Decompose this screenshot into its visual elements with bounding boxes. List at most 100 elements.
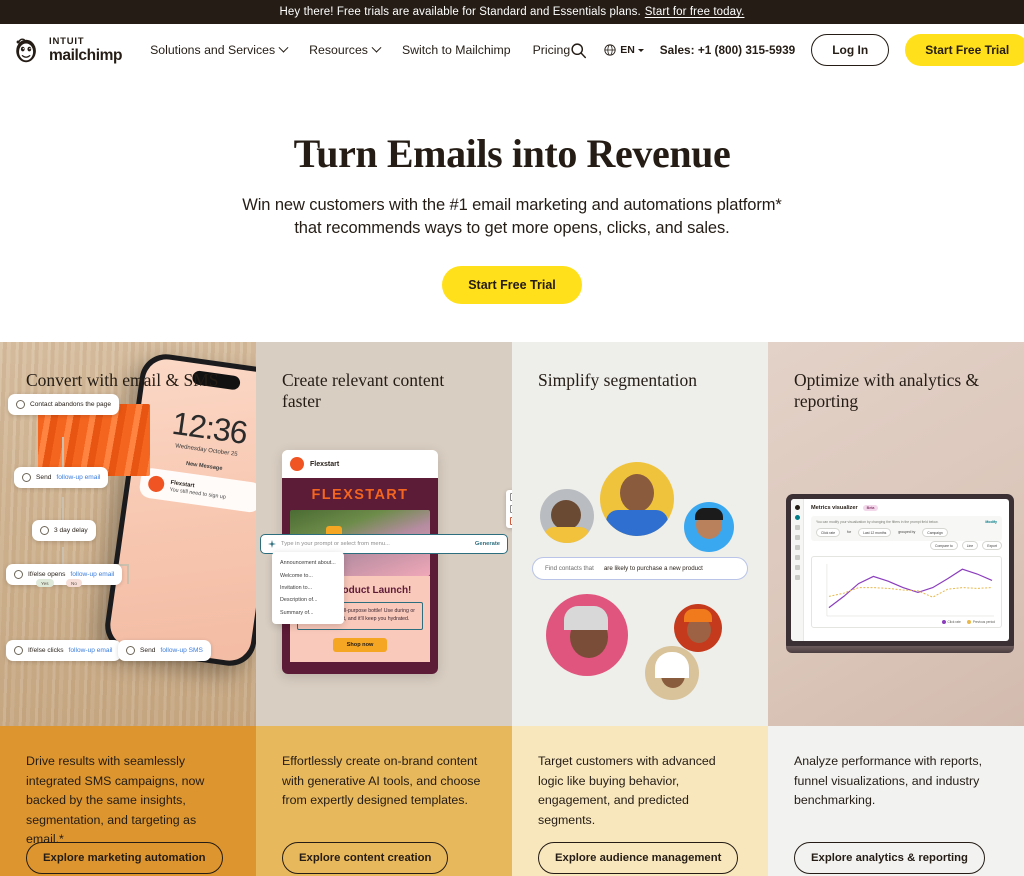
flow-node-highlight: follow-up email [68, 647, 113, 654]
avatar-woman-headscarf [645, 646, 699, 700]
card-description: Target customers with advanced logic lik… [538, 754, 716, 827]
filter-chip-range[interactable]: Last 12 months [858, 528, 892, 538]
flow-connector [127, 564, 129, 584]
compare-to-control[interactable]: Compare to [930, 541, 958, 551]
branch-icon [14, 570, 23, 579]
sales-phone[interactable]: Sales: +1 (800) 315-5939 [660, 43, 795, 57]
hero-subtitle: Win new customers with the #1 email mark… [0, 194, 1024, 241]
nav-item-switch[interactable]: Switch to Mailchimp [402, 43, 511, 57]
modify-link[interactable]: Modify [985, 520, 997, 524]
filter-chip-groupby[interactable]: Campaign [922, 528, 948, 538]
sidebar-item[interactable] [794, 525, 800, 530]
announcement-bar: Hey there! Free trials are available for… [0, 0, 1024, 24]
announcement-text: Hey there! Free trials are available for… [279, 6, 641, 18]
sidebar-item[interactable] [794, 545, 800, 550]
logo-intuit-text: INTUIT [49, 36, 85, 47]
branch-chip-yes: Yes [36, 579, 54, 587]
nav-label: Pricing [532, 43, 571, 57]
nav-item-resources[interactable]: Resources [309, 42, 382, 57]
laptop-mockup: Metrics visualizer Beta You can modify y… [786, 494, 1014, 653]
beta-badge: Beta [862, 505, 879, 511]
generate-button[interactable]: Generate [475, 541, 500, 547]
explore-analytics-reporting-button[interactable]: Explore analytics & reporting [794, 842, 985, 874]
avatar-man-blue [600, 462, 674, 536]
explore-marketing-automation-button[interactable]: Explore marketing automation [26, 842, 223, 874]
nav-item-pricing[interactable]: Pricing [533, 43, 571, 57]
card-art-area: Optimize with analytics & reporting Metr… [768, 342, 1024, 726]
flow-node-label: Send [140, 647, 156, 654]
flow-node-label: If/else clicks [28, 647, 64, 654]
shop-now-button[interactable]: Shop now [332, 637, 388, 652]
search-icon[interactable] [570, 42, 587, 59]
chevron-down-icon [371, 42, 382, 53]
card-footer: Analyze performance with reports, funnel… [768, 726, 1024, 876]
sidebar-item-active[interactable] [794, 515, 800, 520]
chart-controls: Compare to Line Export [811, 541, 1002, 551]
dashboard-note-text: You can modify your visualization by cha… [816, 520, 939, 524]
hero-start-free-trial-button[interactable]: Start Free Trial [442, 265, 582, 304]
menu-item-welcome[interactable]: Welcome to... [272, 569, 344, 581]
flow-node-trigger[interactable]: Contact abandons the page [8, 394, 120, 415]
feature-cards: Convert with email & SMS 12:36 Wednesday… [0, 342, 1024, 876]
search-prefix-label: Find contacts that [545, 565, 594, 572]
sidebar-item[interactable] [794, 575, 800, 580]
chart-svg [826, 564, 995, 617]
sidebar-item[interactable] [794, 555, 800, 560]
nav-label: Switch to Mailchimp [401, 43, 511, 57]
header-actions: EN Sales: +1 (800) 315-5939 Log In Start… [570, 34, 1024, 66]
nav-label: Solutions and Services [150, 43, 276, 57]
avatar-older-woman [546, 594, 628, 676]
flow-node-ifelse-clicks[interactable]: If/else clicks follow-up email [6, 640, 121, 661]
flow-node-ifelse-opens[interactable]: If/else opens follow-up email [6, 564, 123, 585]
branch-icon [14, 646, 23, 655]
chart-legend: Click rate Previous period [941, 620, 995, 625]
ai-prompt-input[interactable]: Type in your prompt or select from menu.… [281, 541, 470, 547]
flow-node-highlight: follow-up SMS [160, 647, 203, 654]
card-art-area: Convert with email & SMS 12:36 Wednesday… [0, 342, 256, 726]
chevron-down-icon [278, 42, 289, 53]
filter-label-for: for [847, 529, 852, 534]
flow-node-send-email[interactable]: Send follow-up email [14, 467, 109, 488]
segment-search-input[interactable]: Find contacts that are likely to purchas… [532, 557, 748, 580]
flow-node-delay[interactable]: 3 day delay [32, 520, 96, 541]
explore-content-creation-button[interactable]: Explore content creation [282, 842, 449, 874]
flexstart-app-icon [147, 474, 166, 493]
filter-chip-metric[interactable]: Click rate [816, 528, 841, 538]
sidebar-item[interactable] [794, 565, 800, 570]
clock-icon [40, 526, 49, 535]
flow-node-label: 3 day delay [54, 527, 88, 534]
announcement-link[interactable]: Start for free today. [645, 6, 745, 18]
nav-item-solutions[interactable]: Solutions and Services [150, 42, 289, 57]
menu-item-invitation[interactable]: Invitation to... [272, 582, 344, 594]
menu-item-description[interactable]: Description of... [272, 594, 344, 606]
language-selector[interactable]: EN [603, 43, 644, 57]
login-button[interactable]: Log In [811, 34, 890, 66]
email-brand-bar: Flexstart [282, 450, 438, 478]
legend-label: Click rate [947, 620, 961, 625]
card-title: Convert with email & SMS [26, 370, 219, 390]
phone-mockup: 12:36 Wednesday October 25 New Message F… [101, 350, 256, 670]
menu-item-summary[interactable]: Summary of... [272, 607, 344, 619]
export-control[interactable]: Export [982, 541, 1002, 551]
menu-item-announcement[interactable]: Announcement about... [272, 557, 344, 569]
sidebar-item[interactable] [794, 535, 800, 540]
ai-prompt-menu[interactable]: Announcement about... Welcome to... Invi… [272, 552, 344, 624]
flow-node-send-sms[interactable]: Send follow-up SMS [118, 640, 211, 661]
hero-subtitle-line1: Win new customers with the #1 email mark… [242, 196, 782, 214]
chart-type-control[interactable]: Line [961, 541, 979, 551]
language-code: EN [620, 44, 635, 56]
feature-card-content: Create relevant content faster Flexstart… [256, 342, 512, 876]
legend-item-click-rate: Click rate [941, 620, 961, 625]
card-title: Create relevant content faster [282, 370, 445, 412]
mailchimp-logo[interactable]: INTUIT mailchimp [12, 35, 122, 65]
avatar-young-man [684, 502, 734, 552]
ai-prompt-bar[interactable]: Type in your prompt or select from menu.… [260, 534, 508, 554]
header-start-free-trial-button[interactable]: Start Free Trial [905, 34, 1024, 66]
flexstart-logo-icon [290, 457, 304, 471]
email-icon [22, 473, 31, 482]
hero-section: Turn Emails into Revenue Win new custome… [0, 76, 1024, 342]
branch-chip-no: No [66, 579, 82, 587]
explore-audience-management-button[interactable]: Explore audience management [538, 842, 739, 874]
card-title: Simplify segmentation [538, 370, 697, 390]
dashboard-screen: Metrics visualizer Beta You can modify y… [791, 499, 1009, 641]
